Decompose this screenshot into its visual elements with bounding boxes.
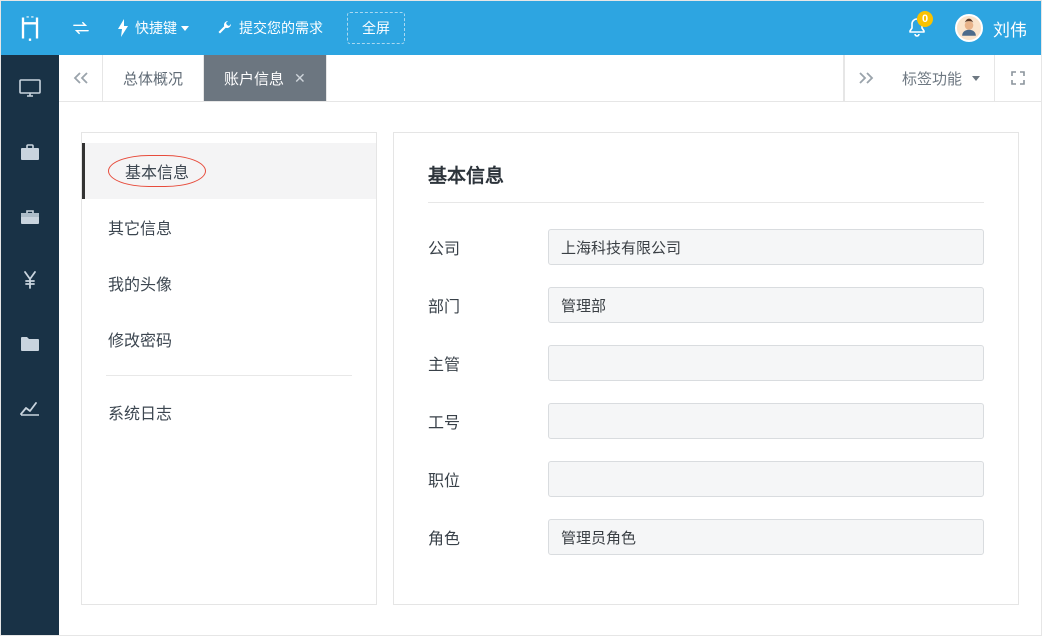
form-panel: 基本信息 公司 部门 主管 工号 bbox=[393, 132, 1019, 605]
sidebar-item-other-info[interactable]: 其它信息 bbox=[82, 199, 376, 255]
input-manager[interactable] bbox=[548, 345, 984, 381]
input-position[interactable] bbox=[548, 461, 984, 497]
nav-files[interactable] bbox=[10, 329, 50, 359]
avatar bbox=[955, 14, 983, 42]
tab-scroll-right[interactable] bbox=[844, 55, 888, 101]
swap-button[interactable] bbox=[59, 1, 103, 55]
fullscreen-label: 全屏 bbox=[362, 18, 390, 38]
label-employee-no: 工号 bbox=[428, 409, 548, 433]
input-company[interactable] bbox=[548, 229, 984, 265]
expand-icon bbox=[1010, 70, 1026, 86]
label-company: 公司 bbox=[428, 235, 548, 259]
sidebar-item-label: 我的头像 bbox=[108, 271, 172, 295]
nav-reports[interactable] bbox=[10, 393, 50, 423]
avatar-icon bbox=[957, 14, 981, 42]
nav-finance[interactable] bbox=[10, 265, 50, 295]
label-position: 职位 bbox=[428, 467, 548, 491]
user-menu[interactable]: 刘伟 bbox=[955, 14, 1027, 42]
input-employee-no[interactable] bbox=[548, 403, 984, 439]
sidebar-item-avatar[interactable]: 我的头像 bbox=[82, 255, 376, 311]
tab-overview[interactable]: 总体概况 bbox=[103, 55, 204, 101]
yen-icon bbox=[21, 270, 39, 290]
tab-bar: 总体概况 账户信息✕ 标签功能 bbox=[59, 55, 1041, 102]
nav-toolbox[interactable] bbox=[10, 201, 50, 231]
sidebar-item-label: 基本信息 bbox=[108, 155, 206, 187]
sidebar-item-syslog[interactable]: 系统日志 bbox=[82, 384, 376, 440]
row-position: 职位 bbox=[428, 461, 984, 497]
notification-badge: 0 bbox=[917, 11, 933, 27]
tab-scroll-left[interactable] bbox=[59, 55, 103, 101]
sidebar-item-basic-info[interactable]: 基本信息 bbox=[82, 143, 376, 199]
form-title: 基本信息 bbox=[428, 161, 984, 188]
settings-sidebar: 基本信息 其它信息 我的头像 修改密码 系统日志 bbox=[81, 132, 377, 605]
sidebar-item-label: 其它信息 bbox=[108, 215, 172, 239]
tab-expand-button[interactable] bbox=[995, 55, 1041, 101]
shortcut-button[interactable]: 快捷键 bbox=[103, 1, 203, 55]
swap-icon bbox=[73, 21, 89, 35]
row-company: 公司 bbox=[428, 229, 984, 265]
caret-down-icon bbox=[972, 76, 980, 81]
input-role[interactable] bbox=[548, 519, 984, 555]
tab-account-info[interactable]: 账户信息✕ bbox=[204, 55, 327, 101]
app-logo[interactable] bbox=[1, 1, 59, 55]
label-manager: 主管 bbox=[428, 351, 548, 375]
row-manager: 主管 bbox=[428, 345, 984, 381]
caret-down-icon bbox=[181, 26, 189, 31]
nav-dashboard[interactable] bbox=[10, 73, 50, 103]
tab-functions-button[interactable]: 标签功能 bbox=[888, 55, 995, 101]
sidebar-item-label: 修改密码 bbox=[108, 327, 172, 351]
briefcase-icon bbox=[20, 143, 40, 161]
double-chevron-left-icon bbox=[73, 71, 89, 85]
monitor-icon bbox=[19, 79, 41, 97]
double-chevron-right-icon bbox=[858, 71, 874, 85]
topbar: 快捷键 提交您的需求 全屏 0 刘伟 bbox=[1, 1, 1041, 55]
folder-icon bbox=[20, 336, 40, 352]
submit-demand-label: 提交您的需求 bbox=[239, 18, 323, 38]
label-role: 角色 bbox=[428, 525, 548, 549]
notifications-button[interactable]: 0 bbox=[897, 1, 937, 55]
left-sidebar bbox=[1, 55, 59, 635]
row-employee-no: 工号 bbox=[428, 403, 984, 439]
wrench-icon bbox=[217, 20, 233, 36]
close-icon[interactable]: ✕ bbox=[294, 71, 306, 85]
fullscreen-button[interactable]: 全屏 bbox=[347, 12, 405, 44]
row-department: 部门 bbox=[428, 287, 984, 323]
username-label: 刘伟 bbox=[993, 16, 1027, 41]
label-department: 部门 bbox=[428, 293, 548, 317]
chart-icon bbox=[20, 400, 40, 416]
nav-briefcase[interactable] bbox=[10, 137, 50, 167]
input-department[interactable] bbox=[548, 287, 984, 323]
row-role: 角色 bbox=[428, 519, 984, 555]
submit-demand-button[interactable]: 提交您的需求 bbox=[203, 1, 337, 55]
sidebar-item-password[interactable]: 修改密码 bbox=[82, 311, 376, 367]
shortcut-label: 快捷键 bbox=[135, 18, 177, 38]
lightning-icon bbox=[117, 19, 129, 37]
toolbox-icon bbox=[20, 207, 40, 225]
logo-icon bbox=[16, 14, 44, 42]
sidebar-item-label: 系统日志 bbox=[108, 400, 172, 424]
